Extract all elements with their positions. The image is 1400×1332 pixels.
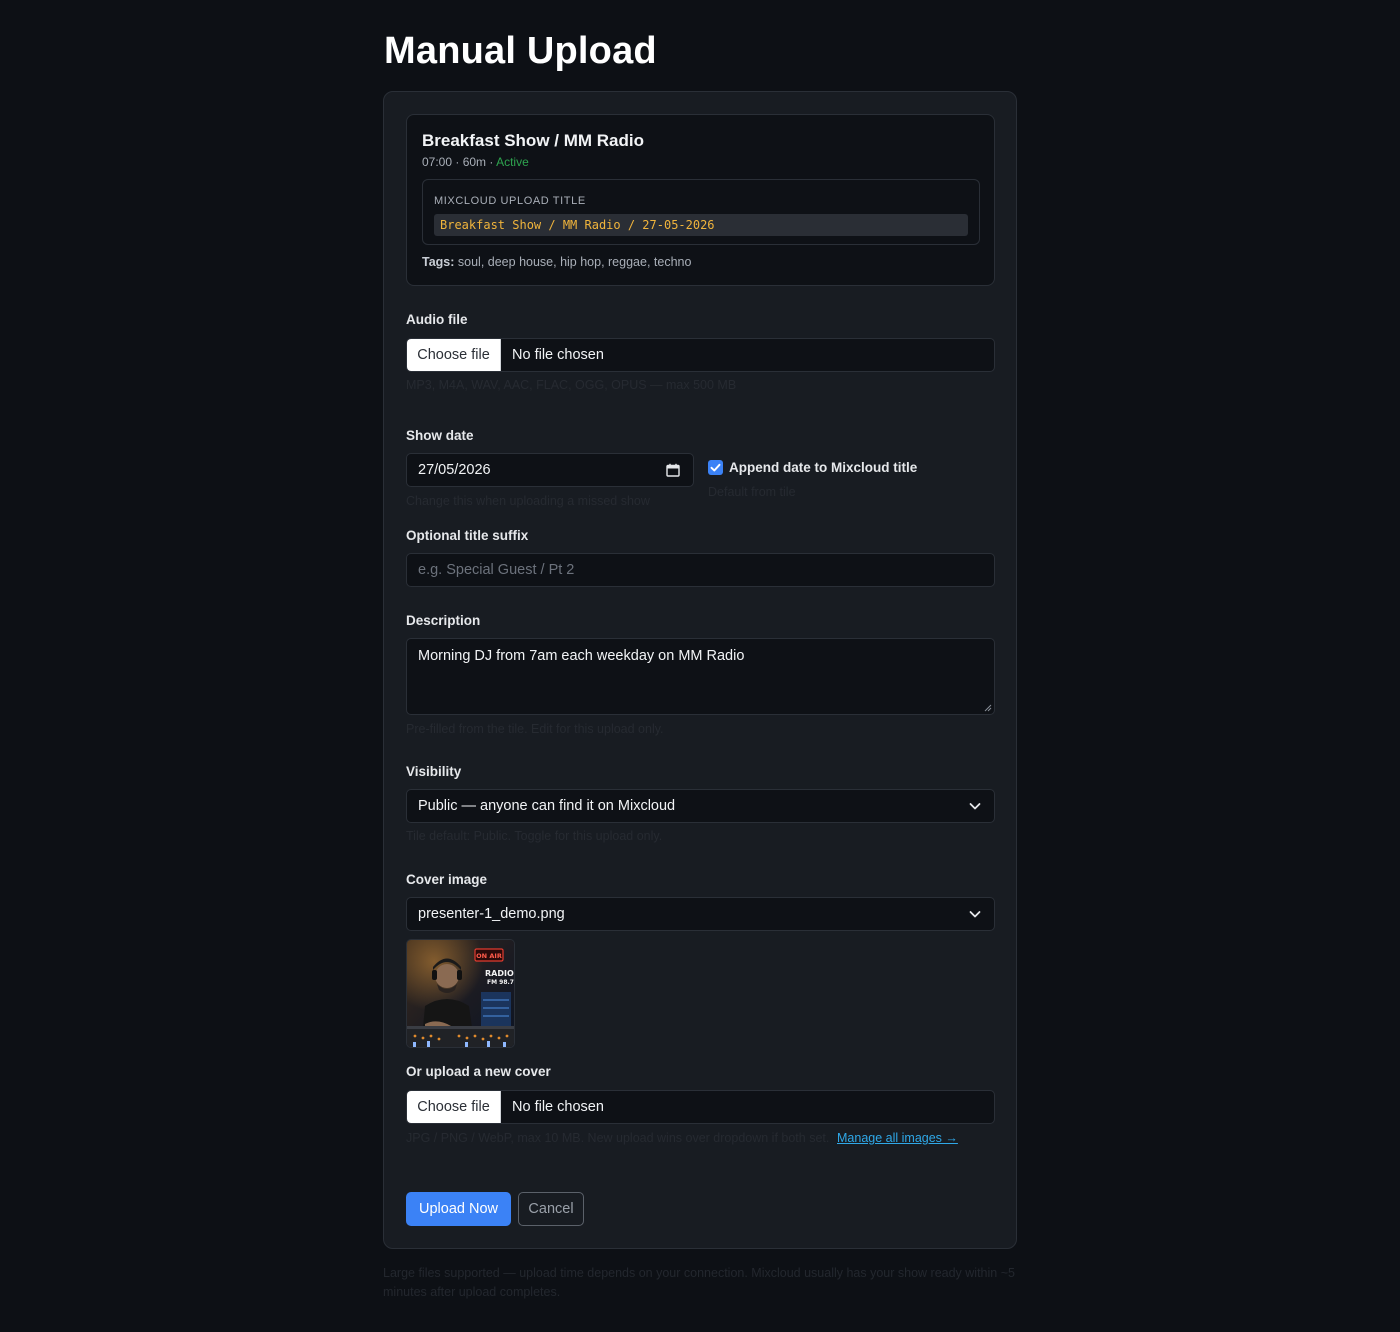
- title-suffix-input[interactable]: [406, 553, 995, 587]
- description-textarea[interactable]: Morning DJ from 7am each weekday on MM R…: [406, 638, 995, 715]
- new-cover-file-input[interactable]: Choose file No file chosen: [406, 1090, 995, 1124]
- show-date-input[interactable]: 27/05/2026: [406, 453, 694, 487]
- show-time: 07:00: [422, 155, 453, 169]
- radio-sign: RADIO: [485, 969, 514, 978]
- calendar-icon[interactable]: [666, 463, 680, 477]
- show-tags: Tags: soul, deep house, hip hop, reggae,…: [422, 255, 691, 269]
- description-value: Morning DJ from 7am each weekday on MM R…: [418, 648, 745, 664]
- page-title: Manual Upload: [384, 30, 657, 72]
- tags-value: soul, deep house, hip hop, reggae, techn…: [457, 255, 692, 269]
- mixcloud-title-value: Breakfast Show / MM Radio / 27-05-2026: [434, 214, 968, 236]
- tags-label: Tags:: [422, 255, 455, 269]
- description-label: Description: [406, 613, 481, 628]
- description-hint: Pre-filled from the tile. Edit for this …: [406, 722, 664, 736]
- manage-images-link[interactable]: Manage all images →: [837, 1131, 958, 1145]
- append-date-checkbox[interactable]: [708, 460, 723, 475]
- show-date-label: Show date: [406, 428, 474, 443]
- visibility-value: Public — anyone can find it on Mixcloud: [418, 798, 676, 814]
- show-date-value: 27/05/2026: [418, 462, 491, 478]
- cover-image-value: presenter-1_demo.png: [418, 906, 565, 922]
- radio-presenter-image: ON AIR RADIO FM 98.7: [407, 940, 514, 1047]
- title-suffix-label: Optional title suffix: [406, 528, 529, 543]
- cover-image-select[interactable]: presenter-1_demo.png: [406, 897, 995, 931]
- chevron-down-icon: [969, 911, 981, 918]
- visibility-hint: Tile default: Public. Toggle for this up…: [406, 829, 663, 843]
- audio-choose-file-button[interactable]: Choose file: [407, 339, 501, 371]
- checkmark-icon: [710, 463, 721, 472]
- cover-image-label: Cover image: [406, 872, 488, 887]
- audio-file-input[interactable]: Choose file No file chosen: [406, 338, 995, 372]
- on-air-sign: ON AIR: [476, 952, 502, 960]
- show-summary: Breakfast Show / MM Radio 07:00 · 60m · …: [406, 114, 995, 286]
- resize-handle-icon[interactable]: [984, 704, 992, 712]
- status-badge: Active: [496, 155, 529, 169]
- upload-form-card: Breakfast Show / MM Radio 07:00 · 60m · …: [383, 91, 1017, 1249]
- show-duration: 60m: [462, 155, 487, 169]
- show-name: Breakfast Show / MM Radio: [422, 131, 644, 150]
- chevron-down-icon: [969, 803, 981, 810]
- visibility-label: Visibility: [406, 764, 462, 779]
- footer-note: Large files supported — upload time depe…: [383, 1266, 1015, 1299]
- cover-image-preview: ON AIR RADIO FM 98.7: [406, 939, 515, 1048]
- append-date-hint: Default from tile: [708, 485, 796, 499]
- show-meta: 07:00 · 60m · Active: [422, 155, 529, 169]
- show-date-hint: Change this when uploading a missed show: [406, 494, 650, 508]
- mixcloud-title-box: MIXCLOUD UPLOAD TITLE Breakfast Show / M…: [422, 179, 980, 245]
- cancel-button[interactable]: Cancel: [518, 1192, 584, 1226]
- new-cover-hint: JPG / PNG / WebP, max 10 MB. New upload …: [406, 1131, 830, 1145]
- audio-file-hint: MP3, M4A, WAV, AAC, FLAC, OGG, OPUS — ma…: [406, 378, 737, 392]
- visibility-select[interactable]: Public — anyone can find it on Mixcloud: [406, 789, 995, 823]
- append-date-label[interactable]: Append date to Mixcloud title: [729, 460, 917, 475]
- frequency-sign: FM 98.7: [487, 979, 514, 986]
- cover-choose-file-button[interactable]: Choose file: [407, 1091, 501, 1123]
- new-cover-label: Or upload a new cover: [406, 1064, 551, 1079]
- audio-file-label: Audio file: [406, 312, 468, 327]
- cover-file-name: No file chosen: [512, 1099, 604, 1115]
- upload-now-button[interactable]: Upload Now: [406, 1192, 511, 1226]
- audio-file-name: No file chosen: [512, 347, 604, 363]
- mixcloud-title-label: MIXCLOUD UPLOAD TITLE: [434, 195, 586, 207]
